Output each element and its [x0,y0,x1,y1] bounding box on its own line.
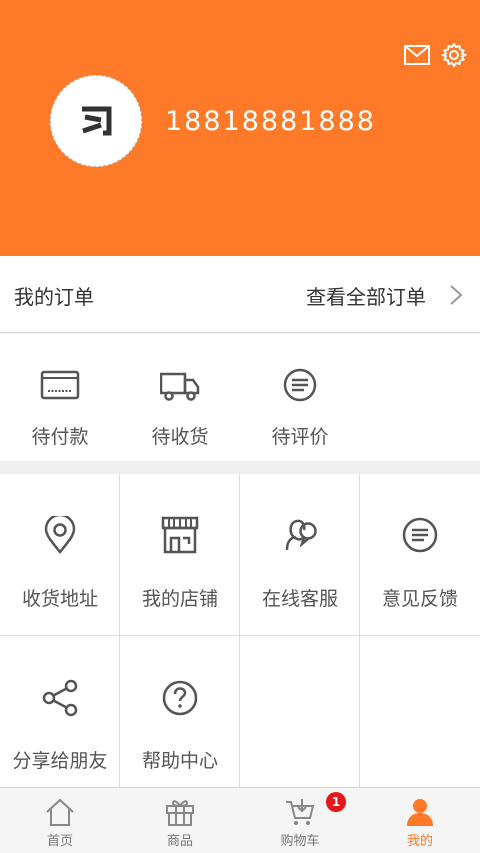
share-icon [42,679,78,717]
service-online-support[interactable]: 在线客服 [240,474,360,636]
my-orders-title: 我的订单 [14,285,94,309]
empty-cell [240,636,360,787]
status-pending-review[interactable]: 待评价 [240,334,360,461]
gift-icon [166,800,194,826]
status-pending-payment[interactable]: 待付款 [0,334,120,461]
cart-count-badge: 1 [326,792,346,812]
gear-icon[interactable] [440,41,468,69]
mail-icon[interactable] [403,41,431,69]
feedback-icon [402,517,438,553]
service-my-store[interactable]: 我的店铺 [120,474,240,636]
status-label: 待收货 [151,426,209,448]
truck-icon [160,372,200,401]
avatar-logo-icon [82,106,112,136]
username: 18818881888 [165,106,376,137]
service-label: 分享给朋友 [12,750,108,772]
service-help-center[interactable]: 帮助中心 [120,636,240,787]
cart-icon [286,799,315,825]
user-icon [407,799,433,826]
tab-label: 首页 [46,834,73,849]
service-label: 帮助中心 [141,750,218,772]
service-address[interactable]: 收货地址 [0,474,120,636]
tab-me[interactable]: 我的 [360,788,480,853]
bottom-tab-bar: 首页 商品 购物车 我的 [0,787,480,853]
tab-label: 我的 [406,834,433,849]
tab-home[interactable]: 首页 [0,788,120,853]
wallet-icon [40,370,80,400]
my-orders-row[interactable]: 我的订单 查看全部订单 [0,256,480,333]
store-icon [161,516,199,554]
service-label: 收货地址 [21,588,98,610]
help-icon [162,680,198,716]
location-pin-icon [44,516,76,554]
comment-icon [283,368,317,402]
status-pending-receipt[interactable]: 待收货 [120,334,240,461]
empty-cell [360,636,480,787]
tab-products[interactable]: 商品 [120,788,240,853]
profile-header: 18818881888 [0,0,480,256]
customer-service-icon [285,519,317,551]
services-grid: 收货地址 我的店铺 在线客服 意见反馈 分享给朋友 帮助中心 [0,474,480,787]
avatar[interactable] [50,75,142,167]
service-share[interactable]: 分享给朋友 [0,636,120,787]
profile-page: 18818881888 我的订单 查看全部订单 待付款 待收货 待评价 收货地址… [0,0,480,853]
status-label: 待付款 [31,426,89,448]
service-label: 我的店铺 [141,588,218,610]
home-icon [46,798,74,826]
service-label: 意见反馈 [381,588,458,610]
service-label: 在线客服 [261,588,338,610]
service-feedback[interactable]: 意见反馈 [360,474,480,636]
status-label: 待评价 [271,426,329,448]
tab-label: 商品 [166,834,193,849]
view-all-orders-link[interactable]: 查看全部订单 [306,281,426,310]
chevron-right-icon [450,285,463,305]
order-status-row: 待付款 待收货 待评价 [0,334,480,461]
tab-label: 购物车 [280,834,320,849]
